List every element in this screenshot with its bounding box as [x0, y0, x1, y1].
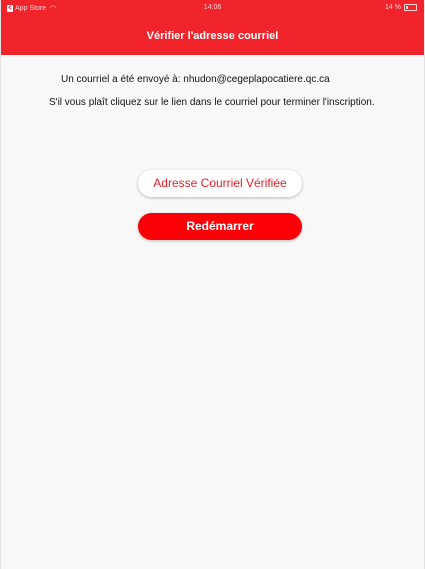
navigation-header: App Store ◠ 14:06 14 % Vérifier l'adress… [1, 0, 424, 55]
battery-icon [404, 4, 417, 11]
email-sent-message: Un courriel a été envoyé à: nhudon@cegep… [61, 74, 330, 85]
status-bar: App Store ◠ 14:06 14 % [1, 0, 424, 20]
screen: App Store ◠ 14:06 14 % Vérifier l'adress… [0, 0, 425, 569]
instruction-message: S'il vous plaît cliquez sur le lien dans… [49, 97, 375, 108]
restart-button[interactable]: Redémarrer [138, 213, 302, 240]
battery-percent: 14 % [385, 4, 401, 11]
email-verified-button[interactable]: Adresse Courriel Vérifiée [138, 170, 302, 197]
battery-status: 14 % [385, 4, 417, 11]
status-time: 14:06 [203, 4, 222, 11]
page-title: Vérifier l'adresse courriel [146, 30, 279, 42]
